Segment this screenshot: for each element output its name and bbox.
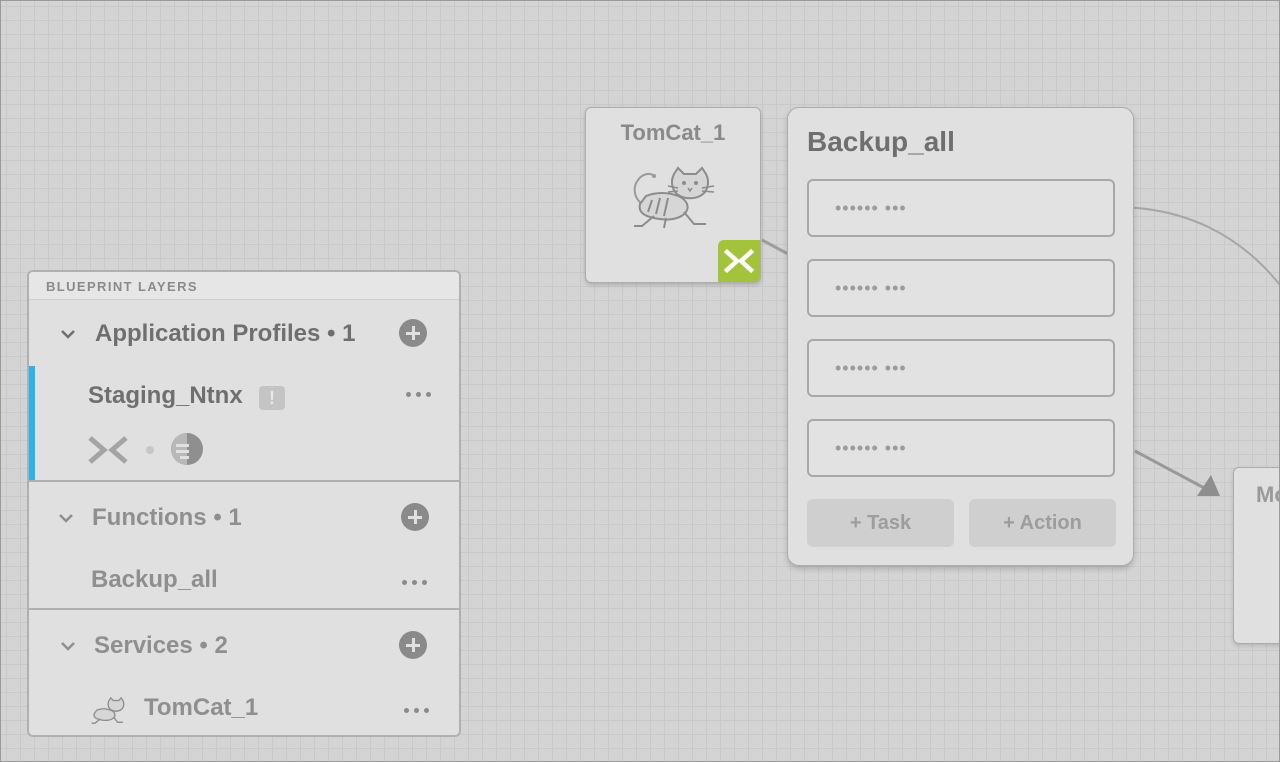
section-services[interactable]: Services • 2 bbox=[29, 626, 459, 666]
tomcat-icon bbox=[91, 696, 125, 724]
layers-header: BLUEPRINT LAYERS bbox=[29, 272, 459, 300]
more-options-icon[interactable] bbox=[402, 578, 430, 586]
layers-header-label: BLUEPRINT LAYERS bbox=[46, 279, 198, 294]
service-node-title: TomCat_1 bbox=[620, 120, 726, 145]
add-action-button[interactable]: + Action bbox=[969, 499, 1116, 547]
os-icon bbox=[171, 433, 203, 465]
separator-dot bbox=[146, 446, 154, 454]
nutanix-icon bbox=[723, 248, 755, 274]
node-connector bbox=[761, 238, 789, 256]
task-slot-placeholder: •••••• ••• bbox=[835, 278, 907, 298]
section-application-profiles[interactable]: Application Profiles • 1 bbox=[29, 314, 459, 354]
more-options-icon[interactable] bbox=[406, 390, 434, 398]
function-card-title: Backup_all bbox=[807, 126, 955, 157]
section-divider bbox=[29, 608, 459, 610]
nutanix-icon bbox=[88, 436, 128, 464]
chevron-down-icon[interactable] bbox=[59, 638, 77, 654]
task-slot[interactable]: •••••• ••• bbox=[807, 339, 1115, 397]
warning-icon: ! bbox=[259, 386, 285, 410]
service-node-tomcat[interactable]: TomCat_1 bbox=[585, 107, 761, 283]
dependency-arrow-line bbox=[1134, 449, 1209, 492]
chevron-down-icon[interactable] bbox=[59, 326, 77, 342]
function-name: Backup_all bbox=[91, 566, 218, 593]
section-title: Services • 2 bbox=[94, 632, 228, 659]
section-title: Application Profiles • 1 bbox=[95, 320, 356, 347]
add-circle-icon[interactable] bbox=[401, 503, 429, 531]
more-options-icon[interactable] bbox=[404, 706, 432, 714]
add-circle-icon[interactable] bbox=[399, 631, 427, 659]
app-profile-name: Staging_Ntnx bbox=[88, 382, 243, 409]
add-task-button[interactable]: + Task bbox=[807, 499, 954, 547]
function-card-backup-all[interactable]: Backup_all •••••• ••• •••••• ••• •••••• … bbox=[787, 107, 1134, 566]
tomcat-icon bbox=[633, 166, 715, 229]
task-slot[interactable]: •••••• ••• bbox=[807, 179, 1115, 237]
task-slot-placeholder: •••••• ••• bbox=[835, 198, 907, 218]
nutanix-badge bbox=[718, 240, 760, 282]
add-circle-icon[interactable] bbox=[399, 319, 427, 347]
section-functions[interactable]: Functions • 1 bbox=[29, 498, 459, 538]
partial-node-card[interactable]: Mo bbox=[1233, 467, 1280, 644]
chevron-down-icon[interactable] bbox=[57, 510, 75, 526]
blueprint-layers-panel: BLUEPRINT LAYERS Application Profiles • … bbox=[27, 270, 461, 737]
task-connector-curve bbox=[1114, 206, 1280, 286]
section-divider bbox=[29, 480, 459, 482]
service-name: TomCat_1 bbox=[144, 694, 259, 721]
task-slot-placeholder: •••••• ••• bbox=[835, 438, 907, 458]
task-slot[interactable]: •••••• ••• bbox=[807, 419, 1115, 477]
partial-node-title: Mo bbox=[1256, 482, 1280, 507]
selection-indicator bbox=[29, 366, 35, 480]
section-title: Functions • 1 bbox=[92, 504, 242, 531]
task-slot[interactable]: •••••• ••• bbox=[807, 259, 1115, 317]
list-item-app-profile[interactable]: Staging_Ntnx ! bbox=[29, 366, 459, 480]
list-item-service[interactable]: TomCat_1 bbox=[29, 686, 459, 735]
task-slot-placeholder: •••••• ••• bbox=[835, 358, 907, 378]
list-item-function[interactable]: Backup_all bbox=[29, 558, 459, 608]
